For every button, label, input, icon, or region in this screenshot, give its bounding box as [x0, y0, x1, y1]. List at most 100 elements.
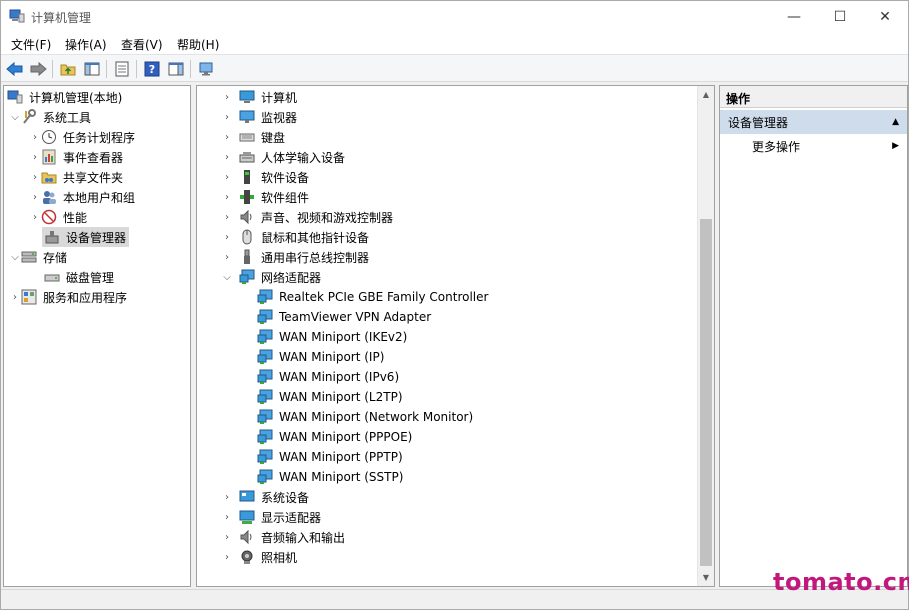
network-adapter-item[interactable]: WAN Miniport (SSTP)	[257, 467, 403, 487]
toolbar: ?	[1, 54, 908, 82]
tree-item-root[interactable]: 计算机管理(本地)	[7, 87, 122, 107]
computer-management-window: 计算机管理 — ☐ ✕ 文件(F) 操作(A) 查看(V) 帮助(H) ? 计算…	[0, 0, 909, 610]
chevron-right-icon[interactable]: ›	[221, 207, 233, 227]
chevron-right-icon[interactable]: ›	[221, 87, 233, 107]
chevron-right-icon[interactable]: ›	[221, 527, 233, 547]
device-label: 系统设备	[261, 490, 310, 505]
network-adapter-item[interactable]: WAN Miniport (PPPOE)	[257, 427, 412, 447]
scroll-down-arrow-icon[interactable]: ▼	[698, 569, 714, 586]
forward-arrow-icon[interactable]	[28, 59, 48, 79]
chevron-right-icon[interactable]: ›	[29, 147, 41, 167]
network-adapter-icon	[257, 349, 273, 364]
chevron-down-icon[interactable]: ⌵	[9, 247, 21, 267]
chevron-right-icon[interactable]: ›	[221, 547, 233, 567]
network-adapter-item[interactable]: WAN Miniport (IKEv2)	[257, 327, 407, 347]
menu-file[interactable]: 文件(F)	[11, 36, 51, 53]
device-category-display-adapters[interactable]: › 显示适配器	[221, 507, 321, 527]
network-adapter-item[interactable]: Realtek PCIe GBE Family Controller	[257, 287, 488, 307]
network-adapter-item[interactable]: WAN Miniport (Network Monitor)	[257, 407, 473, 427]
actions-section-device-manager[interactable]: 设备管理器 ▲	[720, 110, 907, 134]
chevron-right-icon[interactable]: ›	[221, 167, 233, 187]
tree-item-services-apps[interactable]: › 服务和应用程序	[9, 287, 127, 307]
chevron-right-icon[interactable]: ›	[29, 187, 41, 207]
device-category-usb[interactable]: › 通用串行总线控制器	[221, 247, 369, 267]
help-icon[interactable]: ?	[142, 59, 162, 79]
network-adapter-item[interactable]: WAN Miniport (IPv6)	[257, 367, 399, 387]
chevron-right-icon[interactable]: ›	[29, 167, 41, 187]
chevron-right-icon[interactable]: ›	[221, 187, 233, 207]
submenu-arrow-icon: ▶	[892, 141, 899, 151]
tree-item-storage[interactable]: ⌵ 存储	[9, 247, 67, 267]
device-label: 声音、视频和游戏控制器	[261, 210, 394, 225]
menu-action[interactable]: 操作(A)	[65, 36, 107, 53]
scroll-up-arrow-icon[interactable]: ▲	[698, 86, 714, 103]
device-category-network-adapters[interactable]: ⌵ 网络适配器	[221, 267, 321, 287]
chevron-right-icon[interactable]: ›	[221, 227, 233, 247]
chevron-right-icon[interactable]: ›	[221, 247, 233, 267]
maximize-button[interactable]: ☐	[817, 1, 863, 32]
up-folder-icon[interactable]	[58, 59, 78, 79]
network-adapter-item[interactable]: WAN Miniport (PPTP)	[257, 447, 403, 467]
tree-item-disk-management[interactable]: 磁盘管理	[42, 267, 114, 287]
navigation-tree-pane: 计算机管理(本地) ⌵ 系统工具 › 任务计划程序 › 事件查看器 › 共享文件…	[3, 85, 191, 587]
performance-icon	[41, 209, 57, 225]
device-category-hid[interactable]: › 人体学输入设备	[221, 147, 345, 167]
chevron-right-icon[interactable]: ›	[9, 287, 21, 307]
menu-view[interactable]: 查看(V)	[121, 36, 163, 53]
tree-item-local-users[interactable]: › 本地用户和组	[29, 187, 135, 207]
scan-hardware-icon[interactable]	[196, 59, 216, 79]
device-label: 音频输入和输出	[261, 530, 346, 545]
device-category-software-devices[interactable]: › 软件设备	[221, 167, 309, 187]
collapse-up-icon[interactable]: ▲	[892, 117, 899, 127]
tree-item-event-viewer[interactable]: › 事件查看器	[29, 147, 123, 167]
monitor-icon	[239, 110, 255, 123]
tree-item-device-manager[interactable]: 设备管理器	[42, 227, 130, 247]
tree-item-label: 计算机管理(本地)	[29, 90, 123, 105]
toolbar-separator	[136, 60, 137, 78]
more-actions-item[interactable]: 更多操作 ▶	[720, 136, 907, 156]
device-category-system-devices[interactable]: › 系统设备	[221, 487, 309, 507]
chevron-right-icon[interactable]: ›	[221, 507, 233, 527]
close-button[interactable]: ✕	[862, 1, 908, 32]
chevron-down-icon[interactable]: ⌵	[9, 107, 21, 127]
show-action-pane-icon[interactable]	[166, 59, 186, 79]
device-category-cameras[interactable]: › 照相机	[221, 547, 297, 567]
tree-item-performance[interactable]: › 性能	[29, 207, 87, 227]
properties-icon[interactable]	[112, 59, 132, 79]
device-category-mice[interactable]: › 鼠标和其他指针设备	[221, 227, 369, 247]
network-adapter-icon	[257, 309, 273, 324]
menu-help[interactable]: 帮助(H)	[177, 36, 219, 53]
network-adapter-item[interactable]: WAN Miniport (IP)	[257, 347, 384, 367]
device-category-keyboards[interactable]: › 键盘	[221, 127, 285, 147]
chevron-down-icon[interactable]: ⌵	[221, 267, 233, 287]
network-adapter-item[interactable]: WAN Miniport (L2TP)	[257, 387, 403, 407]
network-adapter-icon	[257, 289, 273, 304]
tree-item-shared-folders[interactable]: › 共享文件夹	[29, 167, 123, 187]
device-category-sound[interactable]: › 声音、视频和游戏控制器	[221, 207, 393, 227]
vertical-scrollbar[interactable]: ▲ ▼	[697, 86, 714, 586]
chevron-right-icon[interactable]: ›	[221, 487, 233, 507]
tree-item-label: 性能	[63, 210, 88, 225]
device-category-computer[interactable]: › 计算机	[221, 87, 297, 107]
back-arrow-icon[interactable]	[5, 59, 25, 79]
device-category-audio-io[interactable]: › 音频输入和输出	[221, 527, 345, 547]
chevron-right-icon[interactable]: ›	[221, 127, 233, 147]
network-adapter-item[interactable]: TeamViewer VPN Adapter	[257, 307, 431, 327]
device-label: 人体学输入设备	[261, 150, 346, 165]
chevron-right-icon[interactable]: ›	[221, 147, 233, 167]
tree-item-task-scheduler[interactable]: › 任务计划程序	[29, 127, 135, 147]
show-hide-tree-icon[interactable]	[82, 59, 102, 79]
scrollbar-thumb[interactable]	[700, 219, 712, 566]
minimize-button[interactable]: —	[771, 1, 817, 32]
device-category-monitors[interactable]: › 监视器	[221, 107, 297, 127]
device-category-software-components[interactable]: › 软件组件	[221, 187, 309, 207]
toolbar-separator	[106, 60, 107, 78]
chevron-right-icon[interactable]: ›	[29, 207, 41, 227]
chevron-right-icon[interactable]: ›	[221, 107, 233, 127]
clock-icon	[42, 130, 56, 144]
event-viewer-icon	[42, 149, 56, 165]
network-adapter-label: WAN Miniport (IPv6)	[279, 370, 400, 384]
tree-item-system-tools[interactable]: ⌵ 系统工具	[9, 107, 91, 127]
chevron-right-icon[interactable]: ›	[29, 127, 41, 147]
shared-folder-icon	[41, 172, 57, 184]
